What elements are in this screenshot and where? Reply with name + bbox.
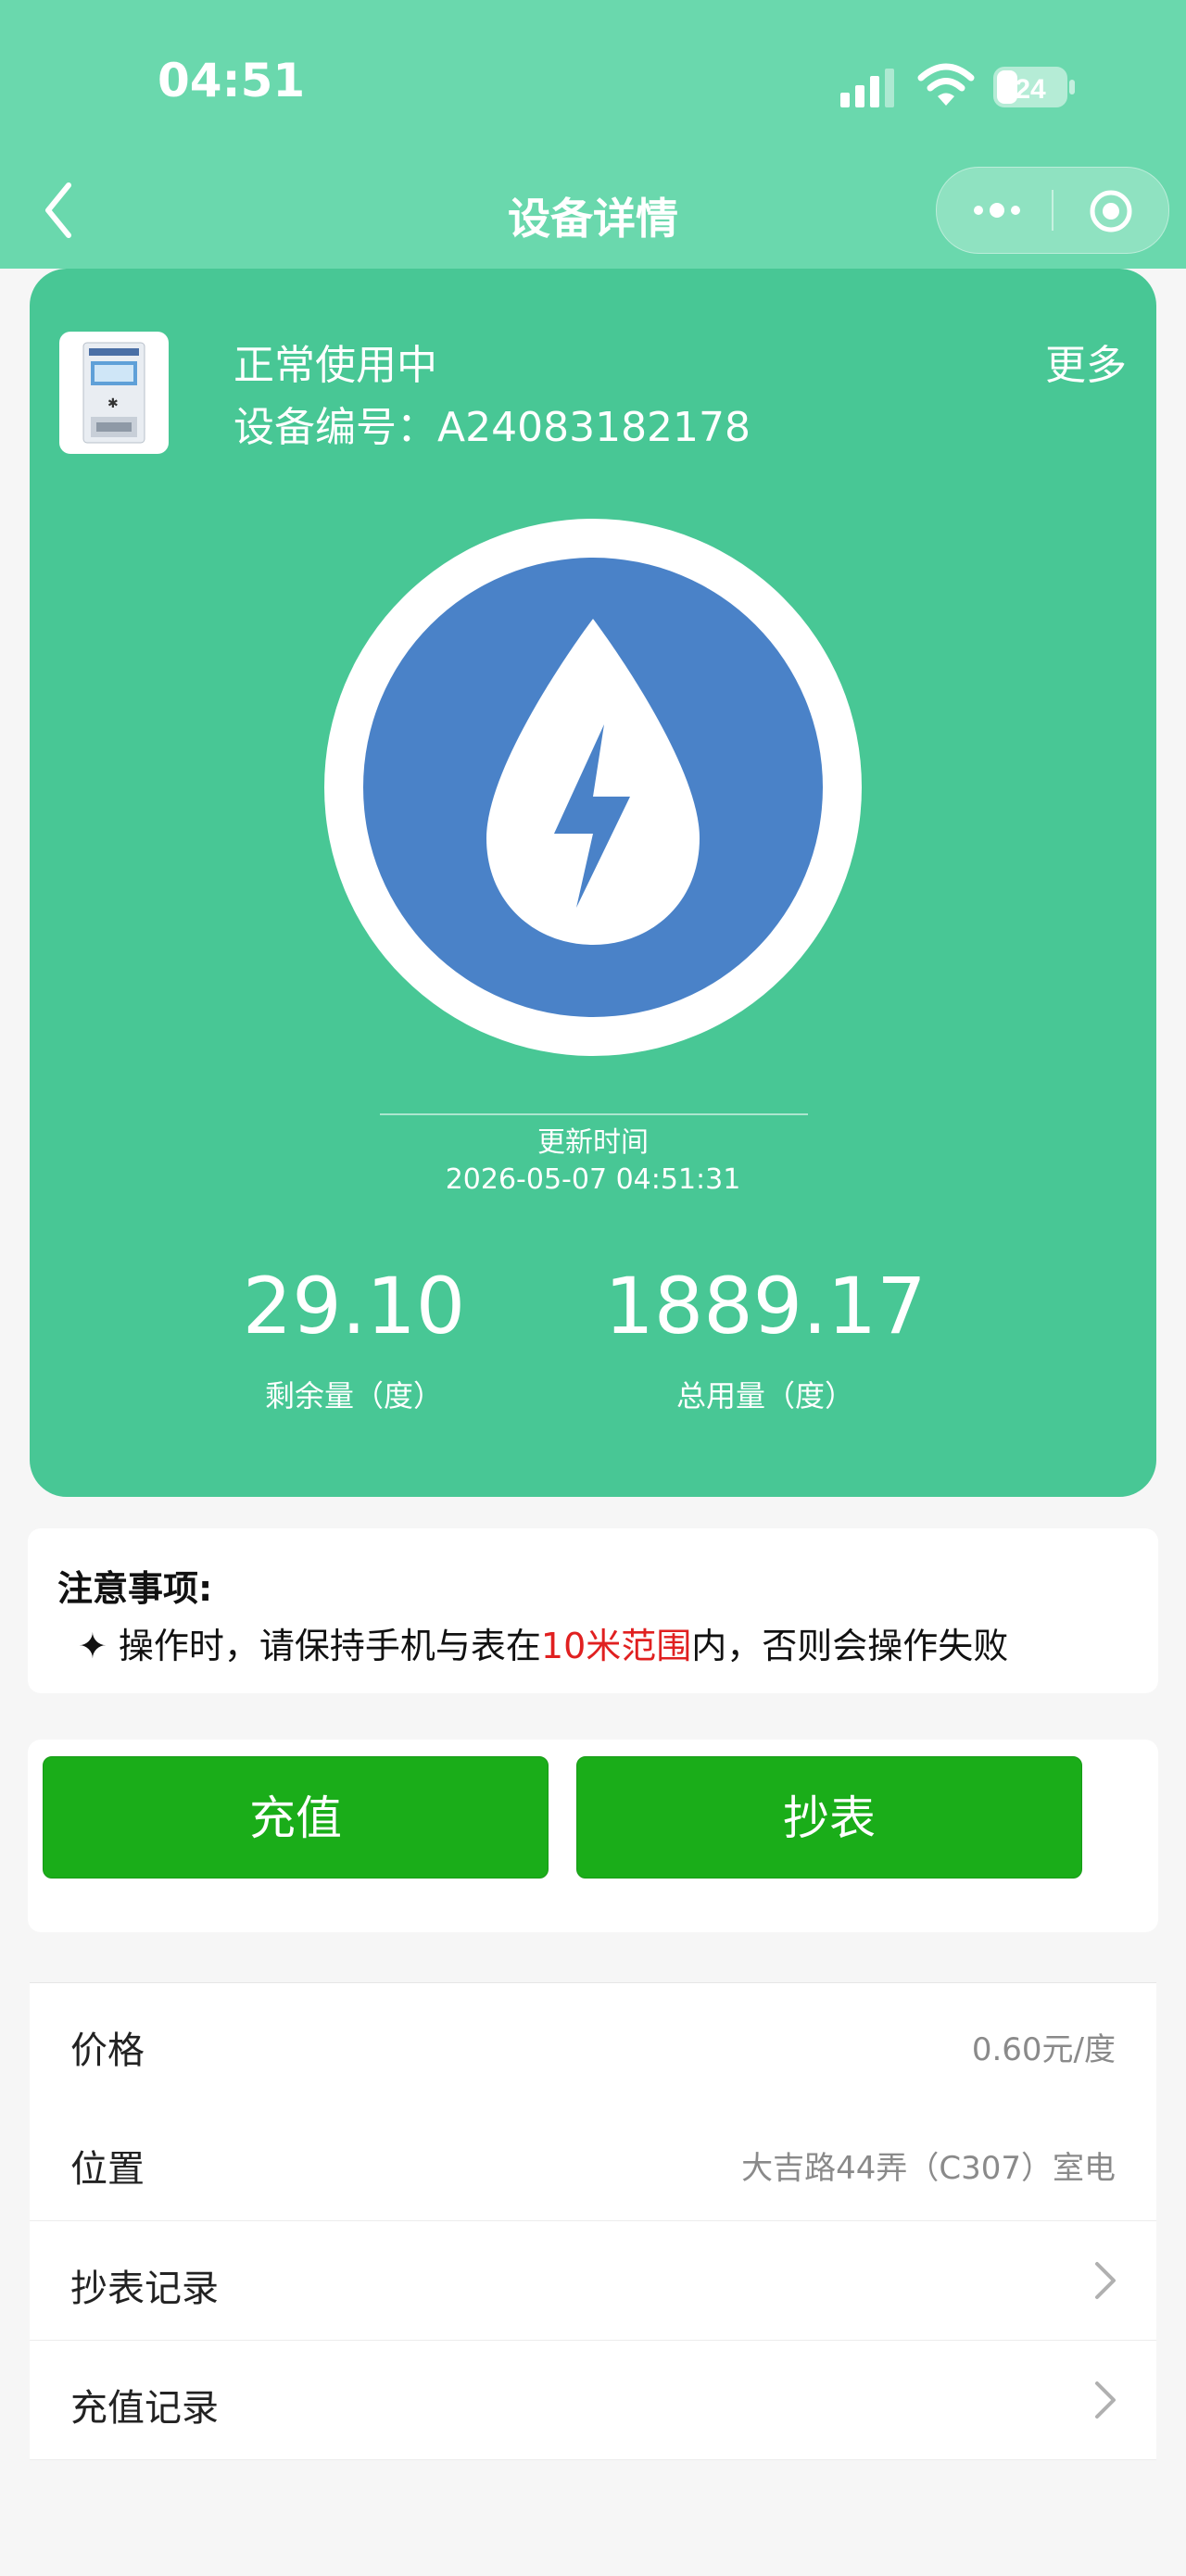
recharge-records-label: 充值记录: [70, 2387, 219, 2430]
notice-highlight: 10米范围: [540, 1626, 692, 1666]
top-header: 04:51 24 设备详情: [0, 0, 1186, 269]
price-row: 价格 0.60元/度: [30, 1983, 1156, 2102]
info-list: 价格 0.60元/度 位置 大吉路44弄（C307）室电 抄表记录 充值记录: [30, 1982, 1156, 2460]
total-usage-label: 总用量（度）: [675, 1378, 854, 1414]
location-label: 位置: [70, 2148, 145, 2191]
read-records-row[interactable]: 抄表记录: [30, 2221, 1156, 2341]
more-dots-icon[interactable]: [969, 194, 1025, 227]
notice-text-suffix: 内，否则会操作失败: [691, 1626, 1009, 1666]
update-time-value: 2026-05-07 04:51:31: [445, 1163, 741, 1196]
device-status: 正常使用中: [233, 342, 437, 389]
price-value: 0.60元/度: [971, 2031, 1116, 2068]
battery-level: 24: [1015, 74, 1046, 105]
update-time-label: 更新时间: [537, 1126, 649, 1159]
mini-program-capsule: [936, 167, 1169, 254]
notice-panel: 注意事项: ✦ 操作时，请保持手机与表在10米范围内，否则会操作失败: [28, 1528, 1158, 1693]
notice-text: ✦ 操作时，请保持手机与表在10米范围内，否则会操作失败: [78, 1617, 1008, 1668]
capsule-divider: [1052, 190, 1054, 231]
device-number: 设备编号：A24083182178: [233, 394, 751, 453]
status-time: 04:51: [158, 54, 306, 107]
location-value: 大吉路44弄（C307）室电: [741, 2150, 1116, 2187]
signal-icon: [840, 69, 894, 107]
update-divider: [380, 1113, 808, 1115]
meter-device-image: ✱: [59, 332, 169, 454]
device-number-label: 设备编号：: [233, 404, 437, 451]
notice-text-prefix: ✦ 操作时，请保持手机与表在: [78, 1626, 541, 1666]
remaining-label: 剩余量（度）: [264, 1378, 443, 1414]
read-records-label: 抄表记录: [70, 2268, 219, 2310]
wifi-icon: [917, 63, 975, 106]
device-number-value: A24083182178: [437, 404, 751, 451]
price-label: 价格: [70, 2029, 145, 2072]
target-close-icon[interactable]: [1088, 188, 1134, 234]
more-link[interactable]: 更多: [1045, 332, 1127, 391]
total-usage-stat: 1889.17 总用量（度）: [571, 1267, 960, 1415]
chevron-right-icon: [1095, 2262, 1116, 2299]
actions-panel: 充值 抄表: [28, 1740, 1158, 1932]
recharge-records-row[interactable]: 充值记录: [30, 2341, 1156, 2460]
notice-title: 注意事项:: [57, 1568, 213, 1609]
read-meter-button[interactable]: 抄表: [576, 1756, 1082, 1879]
water-electric-logo-icon: [324, 519, 862, 1056]
battery-icon: 24: [993, 67, 1075, 107]
remaining-value: 29.10: [242, 1261, 466, 1351]
total-usage-value: 1889.17: [604, 1261, 927, 1351]
location-row: 位置 大吉路44弄（C307）室电: [30, 2102, 1156, 2221]
device-card: ✱ 正常使用中 设备编号：A24083182178 更多 更新时间 2026-0…: [30, 269, 1156, 1497]
svg-text:✱: ✱: [107, 396, 119, 411]
recharge-button[interactable]: 充值: [43, 1756, 549, 1879]
chevron-right-icon: [1095, 2381, 1116, 2419]
remaining-stat: 29.10 剩余量（度）: [159, 1267, 549, 1415]
